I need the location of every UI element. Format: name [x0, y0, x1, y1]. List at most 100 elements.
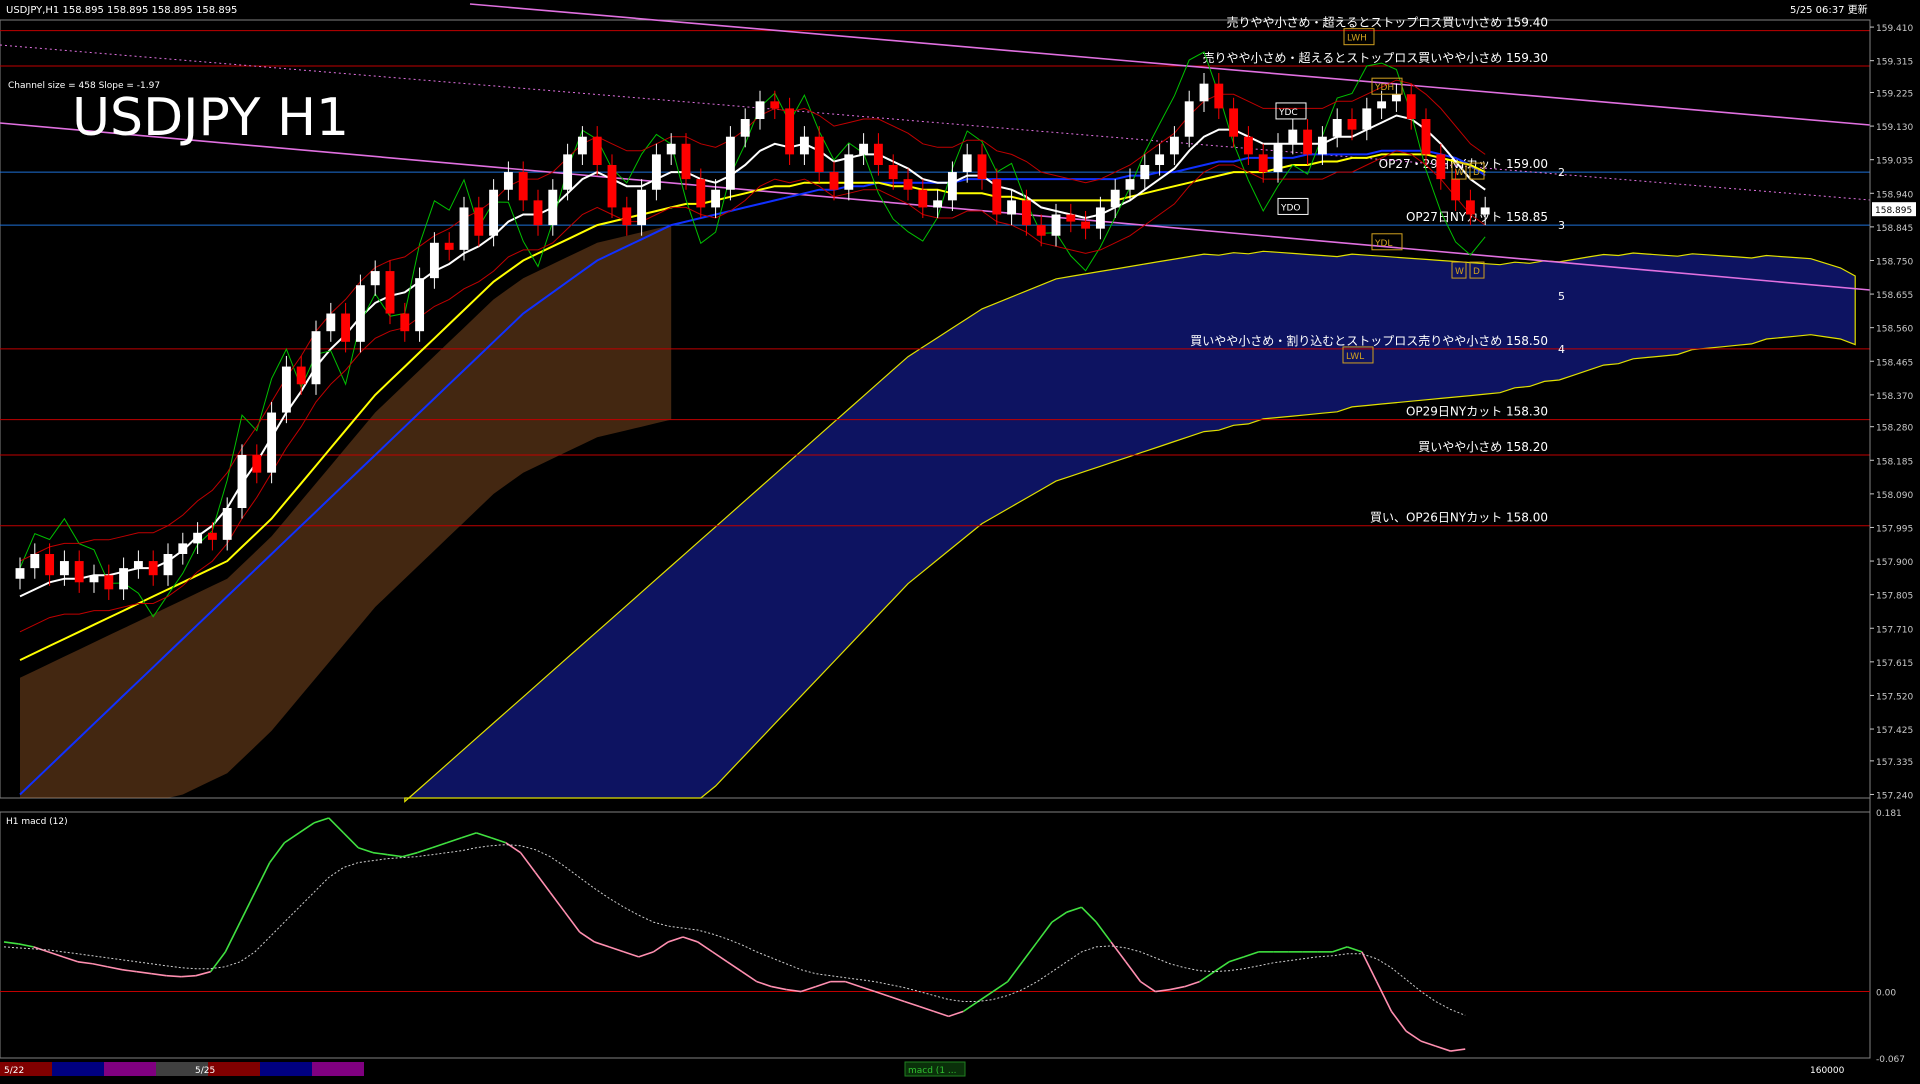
candle-body-95 [1421, 119, 1431, 155]
box-text-YDH-1: YDH [1374, 83, 1394, 93]
macd-seg-42 [608, 946, 625, 953]
candle-body-81 [1214, 83, 1224, 109]
macd-seg-30 [431, 841, 448, 849]
level-label-4: 買いやや小さめ・割り込むとストップロス売りやや小さめ 158.50 [1190, 333, 1548, 348]
candle-body-26 [400, 313, 410, 332]
candle-body-52 [785, 108, 795, 155]
macd-seg-33 [476, 832, 492, 839]
candle-body-16 [252, 454, 262, 473]
level-label-1: 売りやや小さめ・超えるとストップロス買いやや小さめ 159.30 [1203, 50, 1548, 65]
macd-pane[interactable]: H1 macd (12) 0.181 0.00 -0.067 [0, 809, 1905, 1065]
candle-body-92 [1377, 101, 1387, 109]
candle-body-93 [1391, 94, 1401, 102]
macd-seg-12 [166, 974, 182, 978]
candle-body-69 [1036, 225, 1046, 236]
wave-label-3: 3 [1558, 219, 1565, 232]
candle-body-56 [844, 154, 854, 190]
macd-seg-21 [298, 822, 315, 834]
candle-body-11 [178, 543, 188, 554]
y-tick-label-23: 157.240 [1876, 791, 1913, 801]
candle-body-38 [577, 136, 587, 155]
macd-seg-28 [402, 851, 418, 858]
candle-body-33 [503, 172, 513, 190]
macd-seg-35 [505, 842, 522, 854]
wave-label-5: 5 [1558, 290, 1565, 303]
candle-body-3 [59, 561, 69, 576]
candle-body-47 [711, 189, 721, 208]
macd-seg-23 [328, 817, 345, 834]
wave-label-4: 4 [1558, 343, 1565, 356]
macd-seg-99 [1450, 1048, 1466, 1052]
candle-body-76 [1140, 164, 1150, 180]
candle-body-78 [1169, 136, 1179, 155]
macd-seg-39 [564, 911, 581, 933]
candle-body-85 [1273, 143, 1283, 173]
macd-seg-58 [845, 980, 861, 988]
macd-seg-75 [1095, 921, 1112, 943]
macd-seg-77 [1125, 961, 1142, 983]
y-tick-label-8: 158.655 [1876, 291, 1913, 301]
macd-seg-27 [387, 853, 403, 858]
candle-body-49 [740, 119, 750, 137]
macd-seg-83 [1213, 961, 1230, 973]
date-mid: 5/25 [195, 1066, 215, 1076]
macd-seg-44 [638, 951, 654, 958]
macd-seg-56 [815, 980, 831, 988]
macd-seg-80 [1169, 985, 1185, 991]
level-label-7: 買い、OP26日NYカット 158.00 [1370, 511, 1548, 525]
macd-seg-53 [771, 985, 787, 991]
candle-body-0 [15, 568, 25, 579]
period-segment-6 [312, 1062, 364, 1076]
candle-body-67 [1007, 200, 1017, 215]
y-tick-label-7: 158.750 [1876, 257, 1913, 267]
macd-seg-98 [1435, 1045, 1451, 1052]
candle-body-63 [947, 172, 957, 201]
box-text-LWH-0: LWH [1347, 34, 1367, 44]
candle-body-51 [770, 101, 780, 109]
box-text-D-7: D [1473, 168, 1480, 178]
macd-seg-2 [18, 943, 34, 948]
candle-body-25 [385, 271, 395, 314]
symbol-line: USDJPY,H1 158.895 158.895 158.895 158.89… [6, 5, 237, 16]
box-text-D-9: D [1473, 267, 1480, 277]
candle-body-64 [962, 154, 972, 173]
macd-seg-92 [1346, 946, 1363, 953]
candle-body-5 [89, 575, 99, 583]
y-tick-label-2: 159.225 [1876, 89, 1913, 99]
candle-body-98 [1465, 200, 1475, 215]
indicator-tab-label[interactable]: macd (1 ... [908, 1066, 957, 1076]
y-tick-label-21: 157.425 [1876, 726, 1913, 736]
level-label-3: OP27日NYカット 158.85 [1406, 210, 1548, 224]
candle-body-39 [592, 136, 602, 165]
box-text-W-8: W [1455, 267, 1464, 277]
candle-body-8 [133, 561, 143, 569]
macd-seg-37 [534, 872, 551, 893]
macd-seg-8 [107, 965, 123, 971]
candle-body-21 [326, 313, 336, 332]
macd-seg-64 [933, 1010, 949, 1018]
candle-body-61 [918, 189, 928, 208]
candle-body-44 [666, 143, 676, 155]
macd-seg-11 [151, 972, 167, 977]
level-label-6: 買いやや小さめ 158.20 [1418, 440, 1548, 454]
macd-seg-66 [962, 1000, 979, 1013]
candle-body-46 [696, 179, 706, 208]
chart-window[interactable]: USDJPY,H1 158.895 158.895 158.895 158.89… [0, 0, 1920, 1080]
macd-y-tick-2: -0.067 [1876, 1055, 1905, 1065]
candle-body-50 [755, 101, 765, 120]
clock-text: 5/25 06:37 更新 [1790, 3, 1868, 16]
macd-seg-38 [549, 891, 566, 913]
y-tick-label-14: 158.090 [1876, 491, 1913, 501]
candle-body-55 [829, 172, 839, 190]
candle-body-79 [1184, 101, 1194, 137]
macd-seg-76 [1110, 941, 1127, 963]
macd-seg-71 [1036, 921, 1053, 943]
channel-line-upper [469, 3, 1871, 126]
candle-body-80 [1199, 83, 1209, 102]
y-tick-label-6: 158.845 [1876, 224, 1913, 234]
macd-seg-19 [269, 842, 286, 864]
ichimoku-kumo [20, 225, 1856, 803]
chart-svg[interactable]: USDJPY,H1 158.895 158.895 158.895 158.89… [0, 0, 1920, 1080]
macd-seg-62 [904, 1000, 920, 1008]
candle-body-57 [859, 143, 869, 155]
